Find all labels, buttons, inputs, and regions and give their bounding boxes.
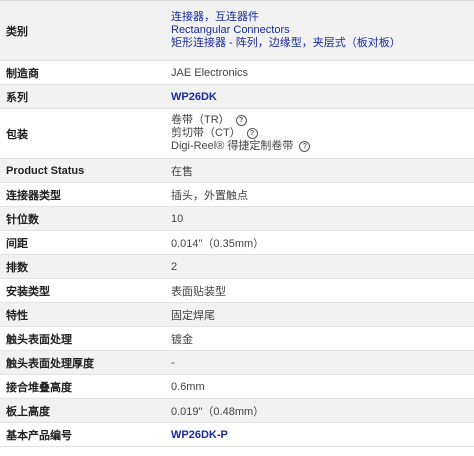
row-label: 接合堆叠高度 bbox=[6, 381, 72, 394]
contact-finish-thickness-value: - bbox=[171, 356, 175, 369]
row-pin-count: 针位数 10 bbox=[0, 207, 474, 231]
features-value: 固定焊尾 bbox=[171, 309, 215, 322]
row-value: 0.014"（0.35mm） bbox=[165, 231, 474, 254]
row-mounting-type: 安装类型 表面贴装型 bbox=[0, 279, 474, 303]
rows-value: 2 bbox=[171, 260, 178, 273]
manufacturer-value: JAE Electronics bbox=[171, 66, 249, 79]
row-mated-stacking-height: 接合堆叠高度 0.6mm bbox=[0, 375, 474, 399]
row-connector-type: 连接器类型 插头，外置触点 bbox=[0, 183, 474, 207]
row-value: 卷带（TR） ? 剪切带（CT） ? Digi-Reel® 得捷定制卷带 ? bbox=[165, 109, 474, 158]
question-circle-icon[interactable]: ? bbox=[235, 115, 247, 126]
row-value: 在售 bbox=[165, 159, 474, 182]
row-value: 连接器，互连器件 Rectangular Connectors 矩形连接器 - … bbox=[165, 1, 474, 60]
row-pitch: 间距 0.014"（0.35mm） bbox=[0, 231, 474, 255]
row-label: 特性 bbox=[6, 309, 28, 322]
question-circle-icon[interactable]: ? bbox=[299, 141, 311, 152]
row-label: 包装 bbox=[6, 128, 28, 141]
row-contact-finish-thickness: 触头表面处理厚度 - bbox=[0, 351, 474, 375]
row-value: 0.6mm bbox=[165, 375, 474, 398]
row-label: 系列 bbox=[6, 91, 28, 104]
pitch-value: 0.014"（0.35mm） bbox=[171, 237, 265, 250]
row-rows: 排数 2 bbox=[0, 255, 474, 279]
row-label: 制造商 bbox=[6, 67, 39, 80]
row-features: 特性 固定焊尾 bbox=[0, 303, 474, 327]
row-value: 插头，外置触点 bbox=[165, 183, 474, 206]
packaging-label: Digi-Reel® 得捷定制卷带 bbox=[171, 140, 294, 152]
category-link-connectors[interactable]: 连接器，互连器件 bbox=[171, 11, 474, 24]
row-label: 连接器类型 bbox=[6, 189, 61, 202]
row-label: 基本产品编号 bbox=[6, 429, 72, 442]
series-link[interactable]: WP26DK bbox=[171, 91, 474, 103]
row-label: 板上高度 bbox=[6, 405, 50, 418]
row-product-status: Product Status 在售 bbox=[0, 159, 474, 183]
category-link-array[interactable]: 矩形连接器 - 阵列，边缘型，夹层式（板对板） bbox=[171, 37, 474, 50]
row-value: 固定焊尾 bbox=[165, 303, 474, 326]
row-base-product-number: 基本产品编号 WP26DK-P bbox=[0, 423, 474, 447]
row-value: - bbox=[165, 351, 474, 374]
pin-count-value: 10 bbox=[171, 212, 184, 225]
row-contact-finish: 触头表面处理 镀金 bbox=[0, 327, 474, 351]
contact-finish-value: 镀金 bbox=[171, 333, 193, 346]
row-value: 2 bbox=[165, 255, 474, 278]
row-value: JAE Electronics bbox=[165, 61, 474, 84]
row-label: 间距 bbox=[6, 237, 28, 250]
row-value: 0.019"（0.48mm） bbox=[165, 399, 474, 422]
base-product-number-link[interactable]: WP26DK-P bbox=[171, 429, 474, 441]
row-manufacturer: 制造商 JAE Electronics bbox=[0, 61, 474, 85]
row-value: 表面贴装型 bbox=[165, 279, 474, 302]
spec-table: 类别 连接器，互连器件 Rectangular Connectors 矩形连接器… bbox=[0, 0, 474, 447]
row-label: 排数 bbox=[6, 261, 28, 274]
connector-type-value: 插头，外置触点 bbox=[171, 189, 248, 202]
mounting-type-value: 表面贴装型 bbox=[171, 285, 226, 298]
packaging-item: Digi-Reel® 得捷定制卷带 ? bbox=[171, 140, 474, 153]
row-label: 针位数 bbox=[6, 213, 39, 226]
row-packaging: 包装 卷带（TR） ? 剪切带（CT） ? Digi-Reel® 得捷定制卷带 … bbox=[0, 109, 474, 159]
row-category: 类别 连接器，互连器件 Rectangular Connectors 矩形连接器… bbox=[0, 1, 474, 61]
row-height-above-board: 板上高度 0.019"（0.48mm） bbox=[0, 399, 474, 423]
row-value: 镀金 bbox=[165, 327, 474, 350]
packaging-label: 剪切带（CT） bbox=[171, 127, 241, 139]
row-label: 安装类型 bbox=[6, 285, 50, 298]
category-link-rectangular[interactable]: Rectangular Connectors bbox=[171, 24, 474, 37]
row-value: WP26DK-P bbox=[165, 423, 474, 446]
stacking-height-value: 0.6mm bbox=[171, 380, 205, 393]
row-label: Product Status bbox=[6, 164, 85, 177]
row-value: 10 bbox=[165, 207, 474, 230]
question-circle-icon[interactable]: ? bbox=[246, 128, 258, 139]
status-value: 在售 bbox=[171, 165, 193, 178]
packaging-item: 卷带（TR） ? bbox=[171, 114, 474, 127]
row-label: 触头表面处理 bbox=[6, 333, 72, 346]
row-label: 触头表面处理厚度 bbox=[6, 357, 94, 370]
row-series: 系列 WP26DK bbox=[0, 85, 474, 109]
packaging-item: 剪切带（CT） ? bbox=[171, 127, 474, 140]
height-above-board-value: 0.019"（0.48mm） bbox=[171, 405, 265, 418]
packaging-label: 卷带（TR） bbox=[171, 114, 230, 126]
row-value: WP26DK bbox=[165, 85, 474, 108]
row-label: 类别 bbox=[6, 25, 28, 38]
